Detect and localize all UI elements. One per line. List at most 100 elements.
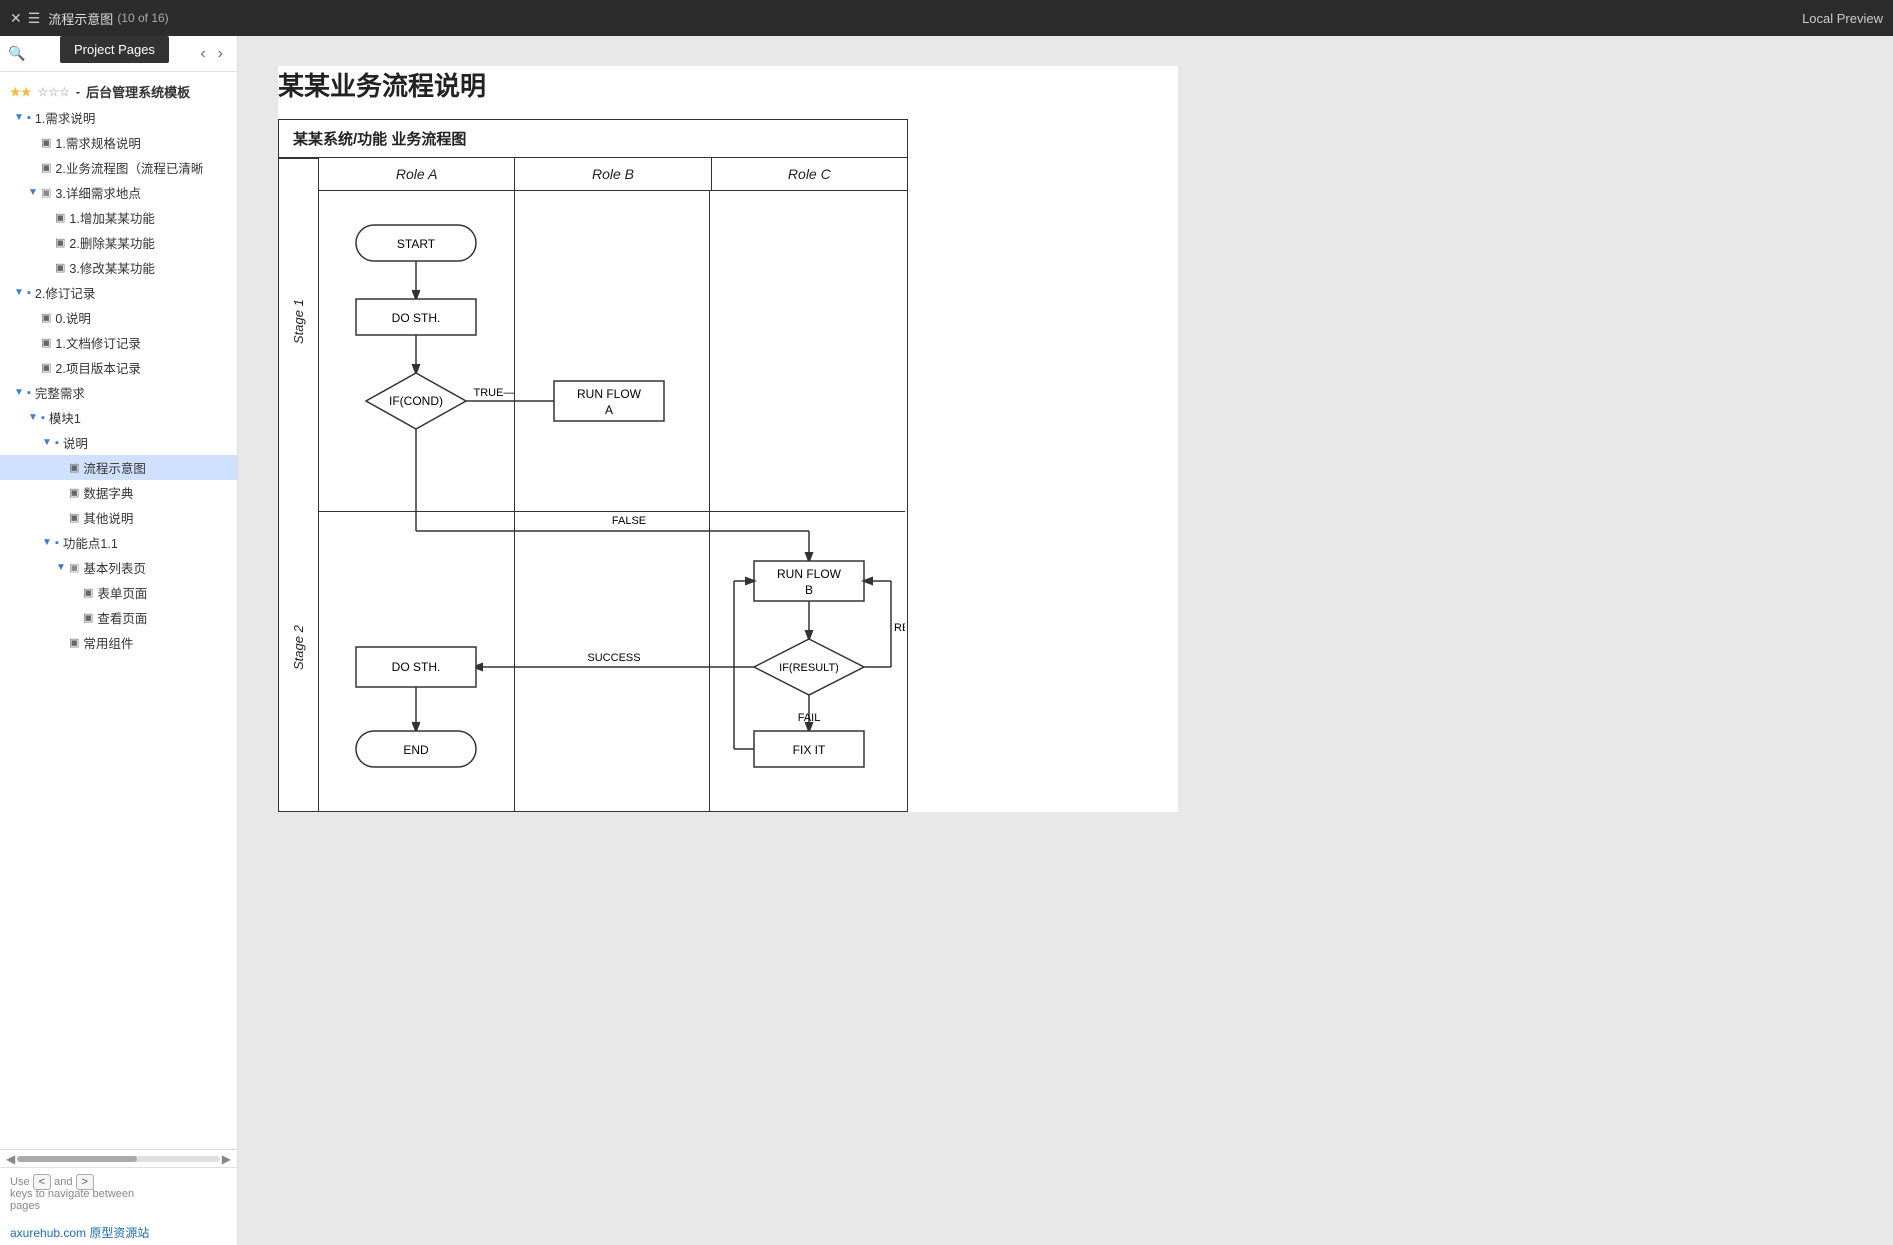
- svg-text:RUN FLOW: RUN FLOW: [777, 567, 842, 581]
- role-c-header: Role C: [712, 158, 907, 190]
- roles-area: Role A Role B Role C: [319, 158, 907, 811]
- sidebar: 🔍 ‹ › ★★☆☆☆-后台管理系统模板 ▼ ▪ 1.需求说明 ▣ 1.需求规格…: [0, 36, 238, 1245]
- tree-item-full-req[interactable]: ▼ ▪ 完整需求: [0, 380, 237, 405]
- page-count: (10 of 16): [117, 11, 168, 25]
- svg-text:FIX IT: FIX IT: [793, 743, 826, 757]
- page-icon: ▣: [41, 361, 51, 374]
- svg-text:FAIL: FAIL: [798, 712, 821, 724]
- tree-label: 3.修改某某功能: [69, 258, 154, 277]
- tree-label: 其他说明: [83, 508, 133, 527]
- tree-label: 功能点1.1: [63, 533, 118, 552]
- page-icon: ▣: [69, 461, 79, 474]
- local-preview-label: Local Preview: [1802, 11, 1883, 26]
- expand-arrow: ▼: [14, 387, 24, 398]
- nav-prev-button[interactable]: ‹: [194, 45, 211, 63]
- tree-item-mod-func[interactable]: ▣ 3.修改某某功能: [0, 255, 237, 280]
- page-icon: ▣: [55, 261, 65, 274]
- folder-icon: ▣: [69, 561, 79, 574]
- flowchart-diagram: START DO STH. IF(COND): [319, 191, 905, 811]
- scroll-track[interactable]: [17, 1156, 220, 1162]
- tree-item-needs-spec[interactable]: ▣ 1.需求规格说明: [0, 130, 237, 155]
- tree-item-flow-chart[interactable]: ▣ 2.业务流程图（流程已清晰: [0, 155, 237, 180]
- svg-text:END: END: [403, 743, 429, 757]
- tree-label: 2.项目版本记录: [55, 358, 140, 377]
- tree-label: 表单页面: [97, 583, 147, 602]
- tree-label: 完整需求: [35, 383, 85, 402]
- stars-empty: ☆☆☆: [38, 85, 70, 99]
- folder-icon: ▪: [41, 412, 45, 424]
- tree-label: 1.增加某某功能: [69, 208, 154, 227]
- project-title: ★★☆☆☆-后台管理系统模板: [0, 76, 237, 105]
- svg-text:B: B: [805, 583, 813, 597]
- tree-item-view-page[interactable]: ▣ 查看页面: [0, 605, 237, 630]
- tree-item-doc-revision[interactable]: ▣ 1.文档修订记录: [0, 330, 237, 355]
- menu-icon: ☰: [28, 10, 41, 27]
- page-title: 某某业务流程说明: [278, 66, 1178, 103]
- tree-item-other-explain[interactable]: ▣ 其他说明: [0, 505, 237, 530]
- tree-item-flow-diagram[interactable]: ▣ 流程示意图: [0, 455, 237, 480]
- axure-link[interactable]: axurehub.com 原型资源站: [0, 1220, 237, 1245]
- expand-arrow: ▼: [42, 537, 52, 548]
- page-icon: ▣: [41, 161, 51, 174]
- role-a-header: Role A: [319, 158, 515, 190]
- svg-text:IF(RESULT): IF(RESULT): [779, 662, 839, 674]
- tree-label: 说明: [63, 433, 88, 452]
- svg-text:IF(COND): IF(COND): [389, 394, 443, 408]
- nav-next-button[interactable]: ›: [212, 45, 229, 63]
- tree-item-module1[interactable]: ▼ ▪ 模块1: [0, 405, 237, 430]
- page-content: 某某业务流程说明 某某系统/功能 业务流程图 Stage 1 Stage 2 R…: [278, 66, 1178, 812]
- tree-item-common-comp[interactable]: ▣ 常用组件: [0, 630, 237, 655]
- stage-col: Stage 1 Stage 2: [279, 158, 319, 811]
- svg-text:FALSE: FALSE: [612, 515, 646, 527]
- tree-label: 模块1: [49, 408, 81, 427]
- page-icon: ▣: [41, 336, 51, 349]
- svg-text:START: START: [397, 237, 436, 251]
- search-icon[interactable]: 🔍: [8, 45, 25, 62]
- tree-item-proj-version[interactable]: ▣ 2.项目版本记录: [0, 355, 237, 380]
- tree-label: 0.说明: [55, 308, 90, 327]
- tree-item-detail-needs[interactable]: ▼ ▣ 3.详细需求地点: [0, 180, 237, 205]
- folder-icon: ▪: [27, 287, 31, 299]
- stage-2-label: Stage 2: [279, 485, 318, 811]
- tree-item-revisions[interactable]: ▼ ▪ 2.修订记录: [0, 280, 237, 305]
- folder-icon: ▪: [27, 112, 31, 124]
- folder-icon: ▣: [41, 186, 51, 199]
- preview-area: 某某业务流程说明 某某系统/功能 业务流程图 Stage 1 Stage 2 R…: [238, 36, 1893, 1245]
- scroll-right-button[interactable]: ▶: [220, 1152, 233, 1166]
- folder-icon: ▪: [27, 387, 31, 399]
- expand-arrow: ▼: [56, 562, 66, 573]
- expand-arrow: ▼: [14, 287, 24, 298]
- page-icon: ▣: [69, 636, 79, 649]
- flow-container: 某某系统/功能 业务流程图 Stage 1 Stage 2 Role A Rol…: [278, 119, 908, 812]
- expand-arrow: ▼: [28, 187, 38, 198]
- tree-item-explain[interactable]: ▼ ▪ 说明: [0, 430, 237, 455]
- tree-item-feature1[interactable]: ▼ ▪ 功能点1.1: [0, 530, 237, 555]
- tree-label: 2.删除某某功能: [69, 233, 154, 252]
- tree-label: 1.需求说明: [35, 108, 95, 127]
- folder-icon: ▪: [55, 437, 59, 449]
- sidebar-nav: 🔍 ‹ ›: [0, 36, 237, 72]
- sidebar-scrollbar[interactable]: ◀ ▶: [0, 1149, 237, 1167]
- tree-label: 数据字典: [83, 483, 133, 502]
- flow-title: 流程示意图: [48, 9, 113, 28]
- main-area: 🔍 ‹ › ★★☆☆☆-后台管理系统模板 ▼ ▪ 1.需求说明 ▣ 1.需求规格…: [0, 36, 1893, 1245]
- sidebar-hint: Use < and > keys to navigate between pag…: [0, 1167, 237, 1220]
- tree-item-needs[interactable]: ▼ ▪ 1.需求说明: [0, 105, 237, 130]
- roles-header: Role A Role B Role C: [319, 158, 907, 191]
- tree-item-form-page[interactable]: ▣ 表单页面: [0, 580, 237, 605]
- svg-text:TRUE—: TRUE—: [474, 387, 515, 399]
- tree-item-desc[interactable]: ▣ 0.说明: [0, 305, 237, 330]
- tree-item-list-page[interactable]: ▼ ▣ 基本列表页: [0, 555, 237, 580]
- tree-item-del-func[interactable]: ▣ 2.删除某某功能: [0, 230, 237, 255]
- close-button[interactable]: ✕: [10, 10, 22, 27]
- sidebar-content: ★★☆☆☆-后台管理系统模板 ▼ ▪ 1.需求说明 ▣ 1.需求规格说明 ▣ 2…: [0, 72, 237, 1149]
- tree-item-add-func[interactable]: ▣ 1.增加某某功能: [0, 205, 237, 230]
- tree-label: 1.需求规格说明: [55, 133, 140, 152]
- tree-item-data-dict[interactable]: ▣ 数据字典: [0, 480, 237, 505]
- page-icon: ▣: [83, 611, 93, 624]
- flowchart-svg: START DO STH. IF(COND): [319, 191, 905, 811]
- tree-label: 1.文档修订记录: [55, 333, 140, 352]
- scroll-left-button[interactable]: ◀: [4, 1152, 17, 1166]
- svg-text:DO STH.: DO STH.: [392, 311, 441, 325]
- tree-label: 3.详细需求地点: [55, 183, 140, 202]
